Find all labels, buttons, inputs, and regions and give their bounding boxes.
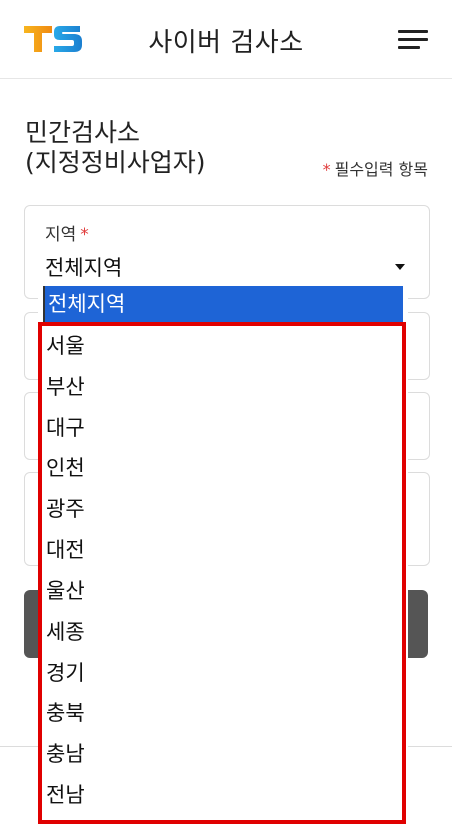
dropdown-option[interactable]: 전남: [38, 777, 408, 813]
dropdown-option[interactable]: 충북: [38, 695, 408, 731]
dropdown-option[interactable]: 부산: [38, 369, 408, 405]
region-value: 전체지역: [45, 256, 123, 280]
hamburger-menu-icon[interactable]: [398, 30, 428, 50]
page-title-line2: (지정정비사업자): [25, 148, 206, 177]
region-label-text: 지역: [45, 225, 77, 245]
header-title: 사이버 검사소: [148, 28, 304, 58]
page-title-line1: 민간검사소: [25, 118, 141, 147]
dropdown-option[interactable]: 충남: [38, 736, 408, 772]
required-note: * 필수입력 항목: [323, 156, 428, 180]
region-label: 지역 *: [45, 220, 89, 245]
dropdown-option[interactable]: 대구: [38, 410, 408, 446]
required-note-text: 필수입력 항목: [334, 160, 428, 179]
app-header: 사이버 검사소: [0, 0, 452, 79]
region-dropdown-list[interactable]: 전체지역 서울 부산 대구 인천 광주 대전 울산 세종 경기 충북 충남 전남: [38, 284, 408, 826]
dropdown-option[interactable]: 광주: [38, 491, 408, 527]
chevron-down-icon: [395, 264, 405, 270]
dropdown-option[interactable]: 대전: [38, 532, 408, 568]
dropdown-option-selected[interactable]: 전체지역: [43, 286, 403, 322]
dropdown-option[interactable]: 울산: [38, 573, 408, 609]
page-title: 민간검사소 (지정정비사업자): [25, 118, 206, 178]
dropdown-option[interactable]: 경기: [38, 655, 408, 691]
region-required-star: *: [80, 225, 89, 245]
dropdown-option[interactable]: 서울: [38, 328, 408, 364]
required-star: *: [322, 160, 331, 179]
dropdown-option[interactable]: 세종: [38, 614, 408, 650]
dropdown-option[interactable]: 인천: [38, 450, 408, 486]
